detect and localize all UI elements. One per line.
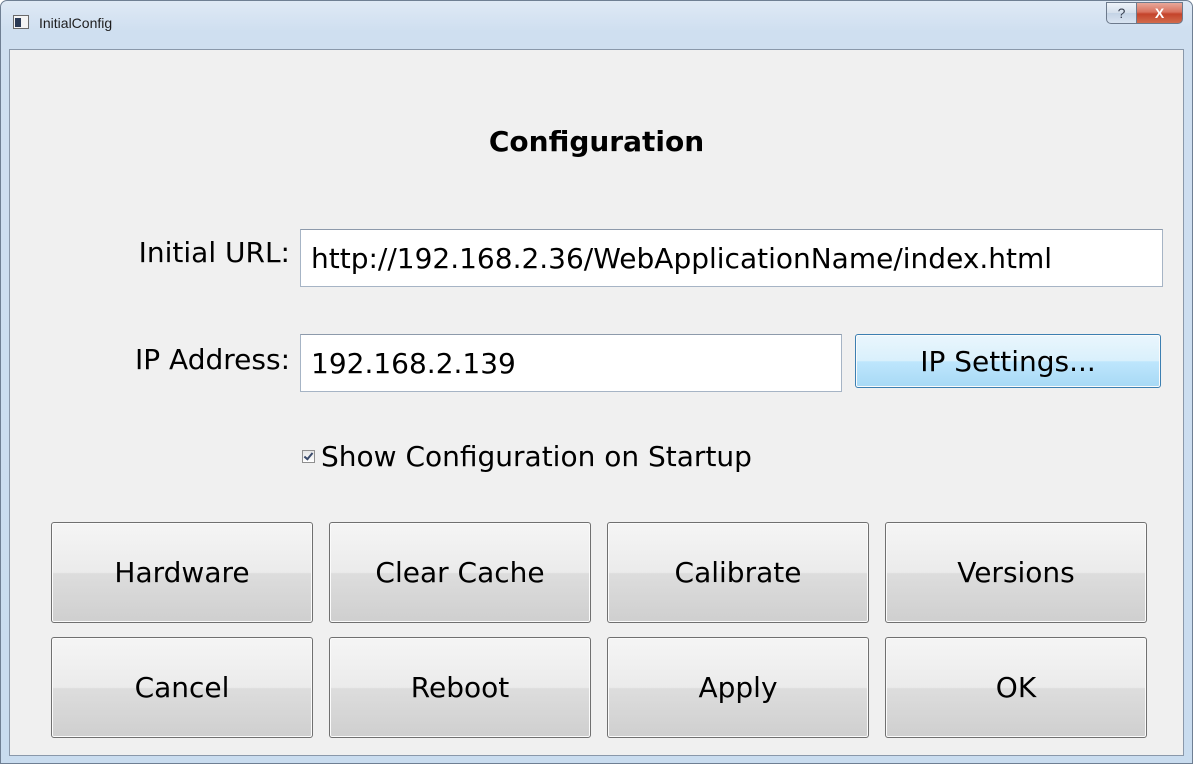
show-config-checkbox[interactable] — [302, 450, 315, 463]
ip-settings-button[interactable]: IP Settings... — [855, 334, 1161, 388]
ip-address-input[interactable] — [300, 334, 842, 392]
ip-address-label: IP Address: — [135, 343, 290, 376]
versions-button[interactable]: Versions — [885, 522, 1147, 623]
cancel-button[interactable]: Cancel — [51, 637, 313, 738]
close-icon: X — [1154, 5, 1165, 21]
help-button[interactable]: ? — [1106, 2, 1136, 24]
show-config-checkbox-label[interactable]: Show Configuration on Startup — [321, 440, 752, 473]
help-icon: ? — [1117, 5, 1126, 21]
app-window-icon — [13, 15, 29, 29]
reboot-button[interactable]: Reboot — [329, 637, 591, 738]
dialog-client-area: Configuration Initial URL: IP Address: I… — [9, 49, 1184, 756]
initial-config-window: InitialConfig ? X Configuration Initial … — [0, 0, 1193, 764]
ok-button[interactable]: OK — [885, 637, 1147, 738]
calibrate-button[interactable]: Calibrate — [607, 522, 869, 623]
page-title: Configuration — [488, 125, 705, 158]
initial-url-input[interactable] — [300, 229, 1163, 287]
hardware-button[interactable]: Hardware — [51, 522, 313, 623]
caption-buttons: ? X — [1106, 2, 1183, 24]
title-bar[interactable]: InitialConfig ? X — [1, 1, 1192, 49]
clear-cache-button[interactable]: Clear Cache — [329, 522, 591, 623]
apply-button[interactable]: Apply — [607, 637, 869, 738]
close-button[interactable]: X — [1136, 2, 1183, 24]
action-buttons-grid: Hardware Clear Cache Calibrate Versions … — [51, 522, 1147, 738]
initial-url-label: Initial URL: — [138, 236, 290, 269]
window-title: InitialConfig — [39, 15, 113, 31]
show-config-on-startup-option[interactable]: Show Configuration on Startup — [302, 440, 752, 473]
